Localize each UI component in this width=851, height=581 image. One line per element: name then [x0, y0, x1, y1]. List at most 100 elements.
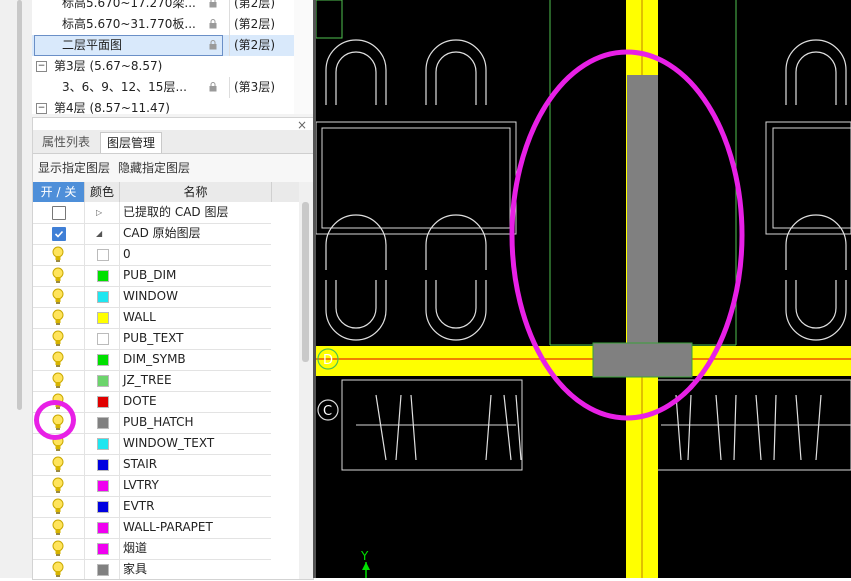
tree-row-selected[interactable]: 二层平面图 (第2层) [32, 35, 294, 56]
color-swatch[interactable] [97, 438, 109, 450]
lightbulb-icon[interactable] [51, 288, 65, 305]
tab-layer-management[interactable]: 图层管理 [100, 132, 163, 153]
color-swatch[interactable] [97, 501, 109, 513]
color-cell[interactable] [84, 538, 120, 559]
grid-scrollbar[interactable] [299, 182, 313, 579]
layer-row[interactable]: PUB_DIM [33, 265, 271, 287]
layer-name: LVTRY [123, 478, 159, 492]
tree-row[interactable]: 3、6、9、12、15层... (第3层) [32, 77, 294, 98]
lightbulb-icon[interactable] [51, 309, 65, 326]
layer-row[interactable]: WINDOW_TEXT [33, 433, 271, 455]
lightbulb-icon[interactable] [51, 246, 65, 263]
layer-row[interactable]: STAIR [33, 454, 271, 476]
color-swatch[interactable] [97, 417, 109, 429]
tree-row[interactable]: 标高5.670~31.770板... (第2层) [32, 14, 294, 35]
layer-row[interactable]: WINDOW [33, 286, 271, 308]
color-swatch[interactable] [97, 291, 109, 303]
color-swatch[interactable] [97, 270, 109, 282]
layer-row[interactable]: DIM_SYMB [33, 349, 271, 371]
color-cell[interactable] [84, 286, 120, 307]
expand-icon[interactable]: ▷ [96, 208, 102, 217]
hide-layers-button[interactable]: 隐藏指定图层 [118, 154, 190, 182]
lightbulb-icon[interactable] [51, 372, 65, 389]
panel-tabs: 属性列表 图层管理 [33, 130, 313, 154]
scroll-thumb[interactable] [302, 202, 309, 362]
lock-icon[interactable] [208, 40, 218, 50]
axis-label-c: C [323, 404, 332, 419]
lightbulb-icon[interactable] [51, 519, 65, 536]
color-swatch[interactable] [97, 396, 109, 408]
layer-row[interactable]: JZ_TREE [33, 370, 271, 392]
tree-row-floor: (第2层) [234, 38, 275, 52]
color-cell[interactable] [84, 370, 120, 391]
layer-checkbox[interactable] [52, 206, 66, 220]
layer-checkbox[interactable] [52, 227, 66, 241]
layer-row[interactable]: EVTR [33, 496, 271, 518]
color-swatch[interactable] [97, 459, 109, 471]
color-swatch[interactable] [97, 543, 109, 555]
color-swatch[interactable] [97, 375, 109, 387]
color-cell[interactable] [84, 349, 120, 370]
lightbulb-icon[interactable] [51, 477, 65, 494]
color-cell[interactable] [84, 475, 120, 496]
tab-properties[interactable]: 属性列表 [36, 132, 96, 152]
color-swatch[interactable] [97, 333, 109, 345]
color-swatch[interactable] [97, 480, 109, 492]
color-cell[interactable] [84, 391, 120, 412]
layer-row[interactable]: WALL-PARAPET [33, 517, 271, 539]
tree-group-floor4[interactable]: − 第4层 (8.57~11.47) [32, 98, 294, 114]
column-divider [229, 35, 230, 56]
lightbulb-icon[interactable] [51, 351, 65, 368]
gutter-scrollbar[interactable] [17, 0, 22, 410]
lock-icon[interactable] [208, 82, 218, 92]
layer-name: JZ_TREE [123, 373, 172, 387]
layer-row[interactable]: 0 [33, 244, 271, 266]
color-swatch[interactable] [97, 312, 109, 324]
collapse-toggle[interactable]: − [36, 103, 47, 114]
lock-icon[interactable] [208, 0, 218, 8]
layer-name: PUB_HATCH [123, 415, 194, 429]
lightbulb-icon[interactable] [51, 456, 65, 473]
color-swatch[interactable] [97, 522, 109, 534]
collapse-toggle[interactable]: − [36, 61, 47, 72]
lightbulb-icon[interactable] [51, 330, 65, 347]
lock-icon[interactable] [208, 19, 218, 29]
show-layers-button[interactable]: 显示指定图层 [38, 154, 110, 182]
column-header-color[interactable]: 颜色 [84, 182, 119, 202]
layer-row[interactable]: ◢ CAD 原始图层 [33, 223, 271, 245]
color-cell[interactable] [84, 328, 120, 349]
layer-name: WALL-PARAPET [123, 520, 213, 534]
color-cell[interactable] [84, 412, 120, 433]
expand-icon[interactable]: ◢ [96, 229, 102, 238]
tree-group-floor3[interactable]: − 第3层 (5.67~8.57) [32, 56, 294, 77]
column-header-onoff[interactable]: 开 / 关 [33, 182, 84, 202]
layer-row[interactable]: PUB_TEXT [33, 328, 271, 350]
color-cell[interactable] [84, 244, 120, 265]
layer-row[interactable]: ▷ 已提取的 CAD 图层 [33, 202, 271, 224]
column-header-name[interactable]: 名称 [119, 182, 271, 202]
column-divider [229, 14, 230, 35]
tree-group-name: 第4层 (8.57~11.47) [54, 101, 170, 114]
layer-row[interactable]: LVTRY [33, 475, 271, 497]
lightbulb-icon[interactable] [51, 540, 65, 557]
cad-canvas[interactable]: D C Y [315, 0, 851, 578]
color-cell[interactable] [84, 433, 120, 454]
color-cell[interactable] [84, 517, 120, 538]
color-swatch[interactable] [97, 564, 109, 576]
layer-row[interactable]: WALL [33, 307, 271, 329]
color-swatch[interactable] [97, 249, 109, 261]
lightbulb-icon[interactable] [51, 498, 65, 515]
layer-row[interactable]: 烟道 [33, 538, 271, 560]
color-swatch[interactable] [97, 354, 109, 366]
lightbulb-icon[interactable] [51, 561, 65, 578]
layer-row[interactable]: 家具 [33, 559, 271, 579]
color-cell[interactable] [84, 454, 120, 475]
color-cell[interactable] [84, 496, 120, 517]
color-cell[interactable] [84, 265, 120, 286]
tree-row[interactable]: 标高5.670~17.270梁... (第2层) [32, 0, 294, 14]
color-cell[interactable] [84, 559, 120, 579]
color-cell[interactable] [84, 307, 120, 328]
lightbulb-icon[interactable] [51, 267, 65, 284]
axis-label-d: D [323, 353, 333, 368]
ucs-y-label: Y [360, 549, 369, 563]
